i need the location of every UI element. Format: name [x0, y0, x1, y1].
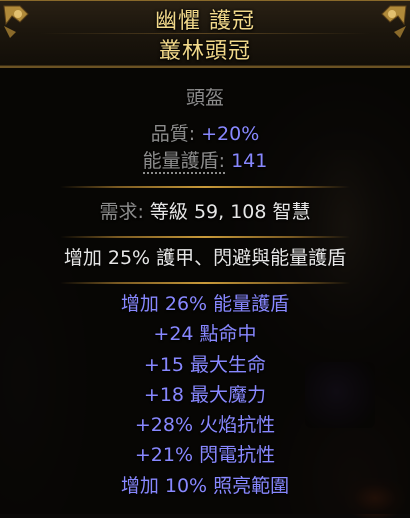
explicit-mod: +28% 火焰抗性 — [134, 414, 276, 436]
explicit-mod: +24 點命中 — [153, 323, 257, 345]
separator — [60, 282, 350, 284]
tooltip-header: 幽懼 護冠 叢林頭冠 — [0, 0, 410, 68]
implicit-mod: 增加 25% 護甲、閃避與能量護盾 — [63, 247, 347, 269]
explicit-mod: 增加 26% 能量護盾 — [120, 293, 290, 315]
item-name: 幽懼 護冠 — [155, 9, 255, 34]
separator — [60, 236, 350, 238]
energy-shield-value: 141 — [231, 150, 268, 172]
requirements-text: 等級 59, 108 智慧 — [149, 201, 311, 223]
energy-shield-label[interactable]: 能量護盾: — [142, 150, 226, 174]
quality-value: +20% — [201, 123, 260, 145]
item-tooltip: 幽懼 護冠 叢林頭冠 頭盔 品質: +20% 能量護盾: 141 需求: 等級 … — [0, 0, 410, 514]
quality-label: 品質: — [150, 123, 196, 145]
explicit-mod: 增加 10% 照亮範圍 — [120, 475, 290, 497]
quality-line: 品質: +20% — [0, 122, 410, 146]
explicit-mod: +15 最大生命 — [143, 354, 267, 376]
requirements-label: 需求: — [99, 201, 144, 223]
item-base-type: 叢林頭冠 — [158, 39, 251, 64]
separator — [60, 186, 350, 188]
item-class: 頭盔 — [185, 87, 224, 109]
explicit-mod: +21% 閃電抗性 — [134, 444, 276, 466]
requirements-line: 需求: 等級 59, 108 智慧 — [0, 200, 410, 224]
explicit-mod: +18 最大魔力 — [143, 384, 267, 406]
energy-shield-line: 能量護盾: 141 — [0, 149, 410, 174]
